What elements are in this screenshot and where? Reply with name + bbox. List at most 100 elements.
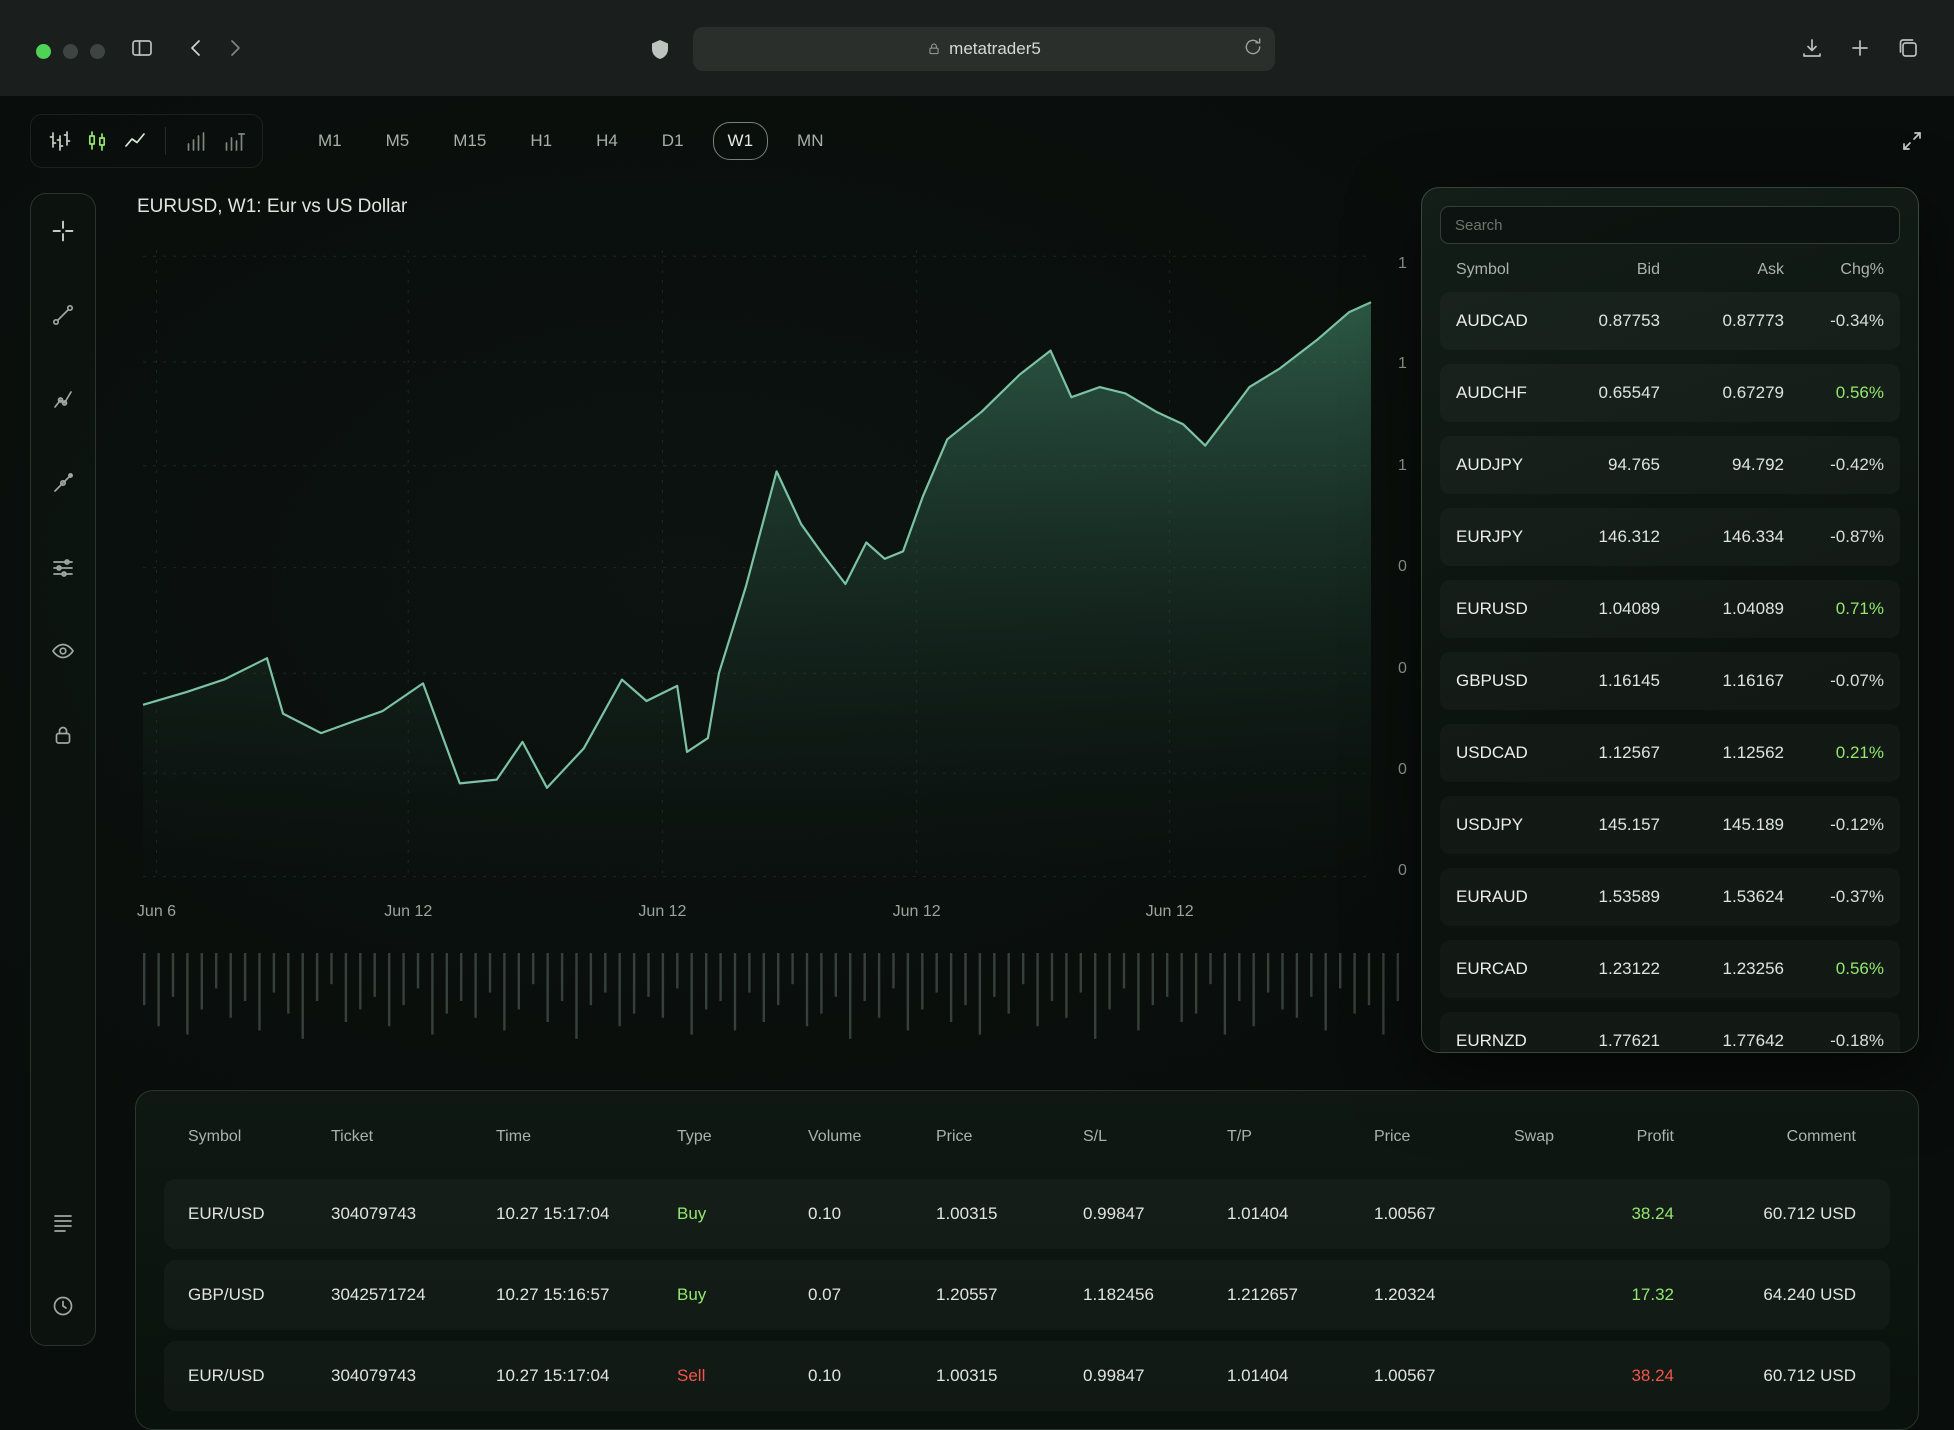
- trendline-tool-button[interactable]: [51, 302, 75, 328]
- ask-value: 1.04089: [1660, 599, 1784, 619]
- url-text: metatrader5: [949, 39, 1041, 59]
- symbol-label: AUDJPY: [1456, 455, 1536, 475]
- bid-value: 94.765: [1536, 455, 1660, 475]
- watchlist-row-eurnzd[interactable]: EURNZD1.776211.77642-0.18%: [1440, 1012, 1900, 1053]
- change-percent: -0.87%: [1784, 527, 1884, 547]
- lock-tool-button[interactable]: [51, 722, 75, 748]
- browser-sidebar-toggle[interactable]: [130, 36, 154, 60]
- forward-button[interactable]: [222, 36, 246, 60]
- trendline-icon: [51, 303, 75, 327]
- polyline-tool-button[interactable]: [51, 386, 75, 412]
- timeframe-w1[interactable]: W1: [713, 122, 769, 160]
- symbol-label: GBPUSD: [1456, 671, 1536, 691]
- position-profit: 38.24: [1584, 1366, 1684, 1386]
- timeframe-mn[interactable]: MN: [782, 122, 838, 160]
- position-current-price: 1.00567: [1374, 1366, 1514, 1386]
- watchlist-row-eurcad[interactable]: EURCAD1.231221.232560.56%: [1440, 940, 1900, 998]
- bid-value: 0.65547: [1536, 383, 1660, 403]
- address-bar[interactable]: metatrader5: [693, 27, 1275, 71]
- timeframe-m1[interactable]: M1: [303, 122, 357, 160]
- timeframe-group: M1 M5 M15 H1 H4 D1 W1 MN: [303, 122, 838, 160]
- fullscreen-button[interactable]: [1900, 129, 1924, 153]
- watchlist-row-usdjpy[interactable]: USDJPY145.157145.189-0.12%: [1440, 796, 1900, 854]
- timeframe-m5[interactable]: M5: [371, 122, 425, 160]
- download-icon: [1800, 36, 1824, 60]
- fullscreen-icon: [1900, 129, 1924, 153]
- crosshair-tool-button[interactable]: [51, 218, 75, 244]
- y-axis-label-1: 1: [1398, 355, 1407, 373]
- tabs-icon: [1896, 36, 1920, 60]
- position-tp: 1.01404: [1227, 1366, 1374, 1386]
- position-row-0[interactable]: EUR/USD30407974310.27 15:17:04Buy0.101.0…: [164, 1179, 1890, 1249]
- bid-value: 1.12567: [1536, 743, 1660, 763]
- position-time: 10.27 15:17:04: [496, 1366, 677, 1386]
- candles-chart-button[interactable]: [85, 129, 109, 153]
- traffic-light-2[interactable]: [63, 44, 78, 59]
- change-percent: 0.56%: [1784, 959, 1884, 979]
- traffic-light-3[interactable]: [90, 44, 105, 59]
- bid-value: 1.04089: [1536, 599, 1660, 619]
- position-open-price: 1.20557: [936, 1285, 1083, 1305]
- histogram-button-1[interactable]: [184, 129, 208, 153]
- symbol-label: USDJPY: [1456, 815, 1536, 835]
- watchlist-row-eurjpy[interactable]: EURJPY146.312146.334-0.87%: [1440, 508, 1900, 566]
- traffic-light-1[interactable]: [36, 44, 51, 59]
- back-button[interactable]: [185, 36, 209, 60]
- ask-value: 1.23256: [1660, 959, 1784, 979]
- new-tab-button[interactable]: [1848, 36, 1872, 60]
- volume-histogram: [143, 953, 1411, 1047]
- ask-value: 1.12562: [1660, 743, 1784, 763]
- watchlist-row-audcad[interactable]: AUDCAD0.877530.87773-0.34%: [1440, 292, 1900, 350]
- ohlc-bars-icon: [47, 129, 71, 153]
- positions-header: SymbolTicketTimeTypeVolumePriceS/LT/PPri…: [164, 1125, 1890, 1149]
- watchlist-rows: AUDCAD0.877530.87773-0.34% AUDCHF0.655470…: [1440, 292, 1900, 1053]
- watchlist-row-usdcad[interactable]: USDCAD1.125671.125620.21%: [1440, 724, 1900, 782]
- history-button[interactable]: [51, 1293, 75, 1319]
- objects-list-button[interactable]: [51, 1209, 75, 1235]
- watchlist-row-euraud[interactable]: EURAUD1.535891.53624-0.37%: [1440, 868, 1900, 926]
- position-comment: 64.240 USD: [1684, 1285, 1866, 1305]
- watchlist-col-bid: Bid: [1536, 261, 1660, 279]
- refresh-button[interactable]: [1243, 37, 1263, 57]
- indicator-settings-button[interactable]: [51, 554, 75, 580]
- ray-tool-button[interactable]: [51, 470, 75, 496]
- sliders-icon: [51, 555, 75, 579]
- timeframe-h4[interactable]: H4: [581, 122, 633, 160]
- x-axis-label-2: Jun 12: [638, 903, 686, 921]
- y-axis-label-4: 0: [1398, 660, 1407, 678]
- position-volume: 0.10: [808, 1366, 936, 1386]
- position-symbol: EUR/USD: [188, 1204, 331, 1224]
- ask-value: 1.77642: [1660, 1031, 1784, 1051]
- position-row-2[interactable]: EUR/USD30407974310.27 15:17:04Sell0.101.…: [164, 1341, 1890, 1411]
- candlestick-icon: [85, 129, 109, 153]
- line-chart-button[interactable]: [123, 129, 147, 153]
- refresh-icon: [1243, 37, 1263, 57]
- search-input[interactable]: [1440, 206, 1900, 244]
- timeframe-h1[interactable]: H1: [515, 122, 567, 160]
- plus-icon: [1848, 36, 1872, 60]
- tab-overview-button[interactable]: [1896, 36, 1920, 60]
- watchlist-row-eurusd[interactable]: EURUSD1.040891.040890.71%: [1440, 580, 1900, 638]
- position-row-1[interactable]: GBP/USD304257172410.27 15:16:57Buy0.071.…: [164, 1260, 1890, 1330]
- timeframe-d1[interactable]: D1: [647, 122, 699, 160]
- positions-col-0: Symbol: [188, 1128, 331, 1146]
- bars-chart-button[interactable]: [47, 129, 71, 153]
- position-current-price: 1.20324: [1374, 1285, 1514, 1305]
- clock-icon: [51, 1294, 75, 1318]
- change-percent: 0.56%: [1784, 383, 1884, 403]
- change-percent: 0.71%: [1784, 599, 1884, 619]
- watchlist-row-gbpusd[interactable]: GBPUSD1.161451.16167-0.07%: [1440, 652, 1900, 710]
- watchlist-row-audchf[interactable]: AUDCHF0.655470.672790.56%: [1440, 364, 1900, 422]
- y-axis-label-6: 0: [1398, 862, 1407, 880]
- download-button[interactable]: [1800, 36, 1824, 60]
- visibility-button[interactable]: [51, 638, 75, 664]
- x-axis-label-4: Jun 12: [1146, 903, 1194, 921]
- watchlist-row-audjpy[interactable]: AUDJPY94.76594.792-0.42%: [1440, 436, 1900, 494]
- position-profit: 17.32: [1584, 1285, 1684, 1305]
- histogram-button-2[interactable]: [222, 129, 246, 153]
- position-symbol: EUR/USD: [188, 1366, 331, 1386]
- chevron-right-icon: [222, 36, 246, 60]
- timeframe-m15[interactable]: M15: [438, 122, 501, 160]
- price-chart[interactable]: [143, 250, 1371, 879]
- privacy-shield-icon[interactable]: [648, 38, 672, 62]
